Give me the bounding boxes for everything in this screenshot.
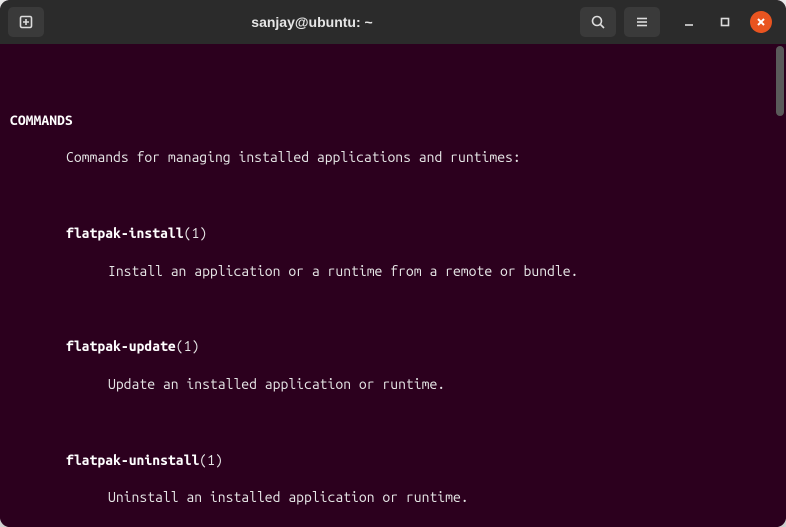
scrollbar-thumb[interactable] bbox=[776, 46, 784, 116]
maximize-button[interactable] bbox=[714, 11, 736, 33]
menu-button[interactable] bbox=[624, 7, 660, 37]
minimize-button[interactable] bbox=[678, 11, 700, 33]
command-section: (1) bbox=[184, 225, 208, 241]
section-header: COMMANDS bbox=[10, 111, 776, 130]
close-icon bbox=[756, 17, 766, 27]
hamburger-icon bbox=[634, 14, 650, 30]
command-name: flatpak-uninstall bbox=[66, 452, 199, 468]
new-tab-button[interactable] bbox=[8, 7, 44, 37]
command-desc: Update an installed application or runti… bbox=[10, 375, 776, 394]
terminal-window: sanjay@ubuntu: ~ bbox=[0, 0, 786, 527]
command-desc: Install an application or a runtime from… bbox=[10, 262, 776, 281]
titlebar-right-controls bbox=[580, 7, 778, 37]
section-intro: Commands for managing installed applicat… bbox=[10, 148, 776, 167]
new-tab-icon bbox=[18, 14, 34, 30]
close-button[interactable] bbox=[750, 11, 772, 33]
search-icon bbox=[590, 14, 606, 30]
minimize-icon bbox=[683, 16, 695, 28]
terminal-content[interactable]: COMMANDS Commands for managing installed… bbox=[0, 44, 786, 527]
titlebar: sanjay@ubuntu: ~ bbox=[0, 0, 786, 44]
command-section: (1) bbox=[176, 338, 200, 354]
scrollbar[interactable] bbox=[776, 44, 784, 527]
man-page-content: COMMANDS Commands for managing installed… bbox=[10, 54, 776, 527]
window-title: sanjay@ubuntu: ~ bbox=[52, 14, 572, 30]
command-name: flatpak-install bbox=[66, 225, 184, 241]
maximize-icon bbox=[719, 16, 731, 28]
window-controls bbox=[678, 11, 772, 33]
command-desc: Uninstall an installed application or ru… bbox=[10, 488, 776, 507]
command-name: flatpak-update bbox=[66, 338, 176, 354]
command-section: (1) bbox=[199, 452, 223, 468]
search-button[interactable] bbox=[580, 7, 616, 37]
